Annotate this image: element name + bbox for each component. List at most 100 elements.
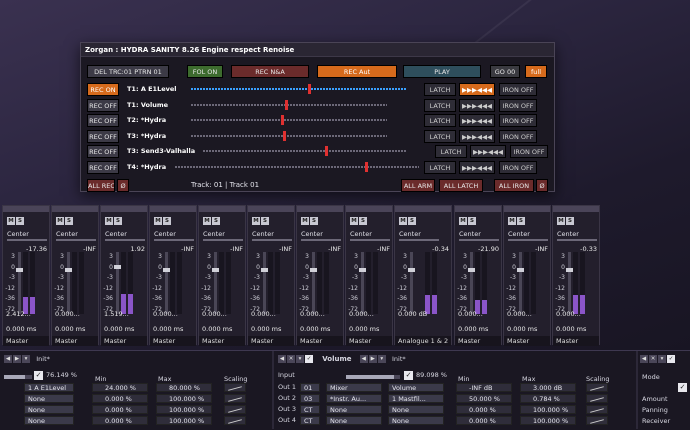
pan-value[interactable]: Center [459,230,481,238]
device-select[interactable]: None [326,416,382,425]
scaling-curve-select[interactable] [586,383,608,392]
solo-button[interactable]: S [566,217,574,225]
fader-cap[interactable] [163,268,170,273]
fader-cap[interactable] [65,268,72,273]
left-arrow-icon[interactable]: ◀ [4,355,12,363]
volume-fader[interactable] [359,252,366,314]
rec-toggle-button[interactable]: REC OFF [87,145,119,158]
fader-cap[interactable] [566,268,573,273]
source-select[interactable]: 1 A E1Level [24,383,74,392]
min-value-field[interactable]: 0.000 % [92,416,148,425]
parameter-select[interactable]: 1 Mastfil... [388,394,444,403]
device-select[interactable]: *Instr. Au... [326,394,382,403]
slider-handle[interactable] [307,84,311,94]
mid-enable-checkbox[interactable]: ✓ [404,371,413,380]
strip-header[interactable] [248,206,294,212]
track-delay[interactable]: 0.000 ms [251,325,281,333]
output-routing-select[interactable]: Master [346,336,392,346]
solo-button[interactable]: S [310,217,318,225]
dropdown-icon[interactable]: ▾ [22,355,30,363]
fader-cap[interactable] [261,268,268,273]
fader-cap[interactable] [114,264,121,269]
solo-button[interactable]: S [517,217,525,225]
pan-slider[interactable] [350,239,390,241]
dropdown-icon[interactable]: ▾ [658,355,666,363]
mute-button[interactable]: M [557,217,565,225]
pan-value[interactable]: Center [154,230,176,238]
left-enable-checkbox[interactable]: ✓ [34,371,43,380]
all-latch-button[interactable]: ALL LATCH [439,179,483,192]
fader-cap[interactable] [16,268,23,273]
pan-value[interactable]: Center [203,230,225,238]
min-value-field[interactable]: 0.000 % [456,405,512,414]
volume-fader[interactable] [408,252,415,314]
mute-button[interactable]: M [203,217,211,225]
rec-toggle-button[interactable]: REC OFF [87,160,119,174]
enable-checkbox-icon[interactable]: ✓ [305,355,313,363]
solo-button[interactable]: S [468,217,476,225]
latch-button[interactable]: LATCH [435,145,467,158]
mute-button[interactable]: M [105,217,113,225]
strip-header[interactable] [52,206,98,212]
playback-mode-button[interactable]: ▶▶▶◀◀◀ [459,160,495,174]
iron-button[interactable]: IRON OFF [499,160,537,174]
track-index-select[interactable]: CT [300,416,320,425]
right-arrow-icon[interactable]: ▶ [13,355,21,363]
output-routing-select[interactable]: Master [199,336,245,346]
left-arrow-icon[interactable]: ◀ [640,355,648,363]
slider-handle[interactable] [283,130,287,141]
iron-button[interactable]: IRON OFF [499,129,537,143]
fader-cap[interactable] [359,268,366,273]
min-value-field[interactable]: 0.000 % [92,394,148,403]
fader-value[interactable]: 0.000... [349,310,374,318]
parameter-select[interactable]: None [388,405,444,414]
track-index-select[interactable]: 03 [300,394,320,403]
max-value-field[interactable]: 100.000 % [156,405,212,414]
source-select[interactable]: None [24,405,74,414]
device-select[interactable]: None [326,405,382,414]
max-value-field[interactable]: 100.000 % [520,405,576,414]
iron-button[interactable]: IRON OFF [499,114,537,127]
output-routing-select[interactable]: Master [3,336,49,346]
fader-value[interactable]: 1.519... [104,310,129,318]
mute-button[interactable]: M [154,217,162,225]
dropdown-icon[interactable]: ▾ [377,355,386,363]
pan-slider[interactable] [508,239,548,241]
solo-button[interactable]: S [114,217,122,225]
solo-button[interactable]: S [408,217,416,225]
latch-button[interactable]: LATCH [424,129,456,143]
automation-value-slider[interactable] [191,99,387,110]
solo-button[interactable]: S [16,217,24,225]
track-delay[interactable]: 0.000 ms [349,325,379,333]
track-delay[interactable]: 0.000 ms [104,325,134,333]
track-delay[interactable]: 0.000 ms [507,325,537,333]
strip-header[interactable] [346,206,392,212]
pan-value[interactable]: Center [350,230,372,238]
volume-fader[interactable] [310,252,317,314]
all-arm-button[interactable]: ALL ARM [401,179,435,192]
pan-slider[interactable] [7,239,47,241]
fader-cap[interactable] [212,268,219,273]
enable-checkbox-icon[interactable]: ✓ [667,355,675,363]
strip-header[interactable] [3,206,49,212]
pan-slider[interactable] [56,239,96,241]
clear-rec-button[interactable]: Ø [117,179,129,192]
min-value-field[interactable]: 50.000 % [456,394,512,403]
pan-value[interactable]: Center [105,230,127,238]
iron-button[interactable]: IRON OFF [499,83,537,96]
playback-mode-button[interactable]: ▶▶▶◀◀◀ [459,129,495,143]
track-delay[interactable]: 0.000 ms [153,325,183,333]
solo-button[interactable]: S [163,217,171,225]
rec-toggle-button[interactable]: REC OFF [87,129,119,143]
track-delay[interactable]: 0.000 ms [55,325,85,333]
output-routing-select[interactable]: Analogue 1 & 2 [395,336,451,346]
left-percent-bar[interactable] [4,375,32,379]
strip-header[interactable] [101,206,147,212]
play-button[interactable]: PLAY [403,65,481,78]
iron-button[interactable]: IRON OFF [510,145,548,158]
mute-button[interactable]: M [252,217,260,225]
min-value-field[interactable]: 0.000 % [456,416,512,425]
output-routing-select[interactable]: Master [248,336,294,346]
automation-value-slider[interactable] [191,115,387,125]
volume-fader[interactable] [65,252,72,314]
